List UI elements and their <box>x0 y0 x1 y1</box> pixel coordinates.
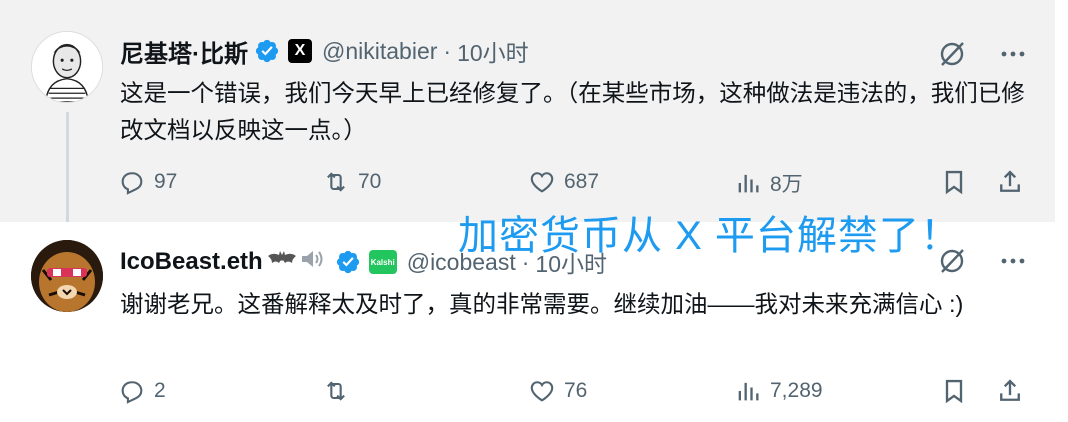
bat-emoji-icon <box>267 247 297 277</box>
share-icon <box>1000 379 1020 401</box>
like-button[interactable]: 687 <box>528 168 599 196</box>
bookmark-icon <box>945 379 963 404</box>
avatar-nikitabier[interactable] <box>31 31 103 103</box>
thread-line <box>66 112 69 237</box>
repost-icon <box>327 381 345 401</box>
tweet-actions: 97 70 687 8万 <box>118 168 1028 202</box>
avatar-icobeast[interactable] <box>31 240 103 312</box>
views-count: 7,289 <box>770 379 823 402</box>
scroll-gutter <box>1055 0 1068 422</box>
author-name[interactable]: 尼基塔·比斯 <box>120 34 248 69</box>
overlay-caption: 加密货币从 X 平台解禁了！ <box>458 214 961 258</box>
views-button[interactable]: 8万 <box>734 168 803 198</box>
views-icon <box>738 382 759 401</box>
bookmark-button[interactable] <box>940 168 968 196</box>
tweet-header: 尼基塔·比斯 X @nikitabier · 10小时 <box>120 34 529 68</box>
more-icon[interactable] <box>998 39 1028 74</box>
tweet-top-actions <box>936 38 1028 75</box>
separator-dot: · <box>443 37 452 64</box>
like-count: 687 <box>564 170 600 193</box>
reply-icon <box>121 381 143 404</box>
reply-count: 2 <box>154 379 166 402</box>
grok-icon[interactable] <box>936 38 968 75</box>
repost-button[interactable] <box>322 377 358 405</box>
verified-icon <box>335 249 361 275</box>
bookmark-button[interactable] <box>940 377 968 405</box>
share-button[interactable] <box>996 377 1024 405</box>
reply-count: 97 <box>154 170 178 193</box>
tweet-text: 谢谢老兄。这番解释太及时了，真的非常需要。继续加油——我对未来充满信心 :) <box>120 291 964 317</box>
verified-icon <box>254 38 280 64</box>
kalshi-logo-icon: Kalshi <box>368 250 397 274</box>
like-count: 76 <box>564 379 588 402</box>
like-icon <box>530 381 554 402</box>
bookmark-icon <box>945 170 963 195</box>
views-icon <box>738 174 759 193</box>
reply-icon <box>121 172 143 195</box>
author-name[interactable]: IcoBeast.eth <box>120 248 263 276</box>
tweet-actions: 2 76 7,289 <box>118 377 1028 411</box>
more-icon[interactable] <box>998 246 1028 281</box>
author-handle[interactable]: @nikitabier <box>322 38 437 65</box>
reply-button[interactable]: 2 <box>118 377 166 405</box>
share-icon <box>1000 170 1020 192</box>
repost-icon <box>327 172 345 192</box>
views-button[interactable]: 7,289 <box>734 377 823 405</box>
speaker-emoji-icon <box>299 247 329 277</box>
timestamp[interactable]: 10小时 <box>457 34 529 68</box>
views-count: 8万 <box>770 173 803 196</box>
repost-button[interactable]: 70 <box>322 168 381 196</box>
repost-count: 70 <box>358 170 382 193</box>
like-icon <box>530 172 554 193</box>
x-logo-icon: X <box>288 39 312 63</box>
tweet-text: 这是一个错误，我们今天早上已经修复了。（在某些市场，这种做法是违法的，我们已修改… <box>120 80 1025 143</box>
share-button[interactable] <box>996 168 1024 196</box>
like-button[interactable]: 76 <box>528 377 587 405</box>
reply-button[interactable]: 97 <box>118 168 177 196</box>
